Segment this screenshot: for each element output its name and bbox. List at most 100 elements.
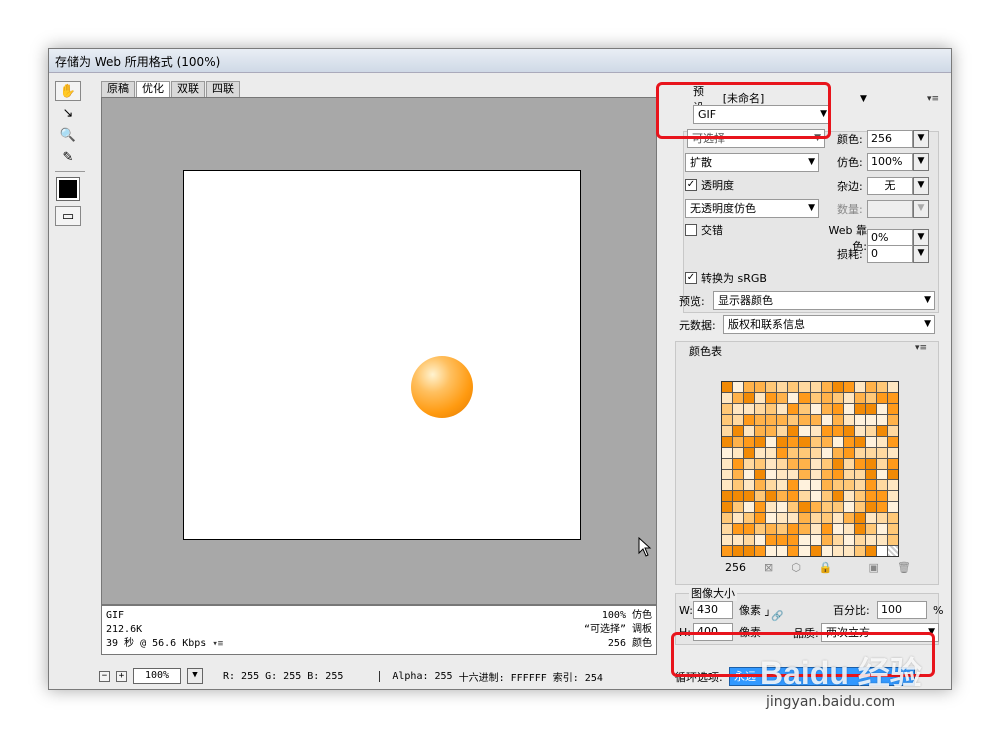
color-swatch[interactable] bbox=[810, 524, 821, 535]
color-swatch[interactable] bbox=[854, 392, 865, 403]
color-swatch[interactable] bbox=[766, 436, 777, 447]
color-swatch[interactable] bbox=[788, 425, 799, 436]
width-field[interactable]: 430 bbox=[693, 601, 733, 619]
color-swatch[interactable] bbox=[788, 458, 799, 469]
color-swatch[interactable] bbox=[799, 524, 810, 535]
color-swatch[interactable] bbox=[744, 447, 755, 458]
preview-canvas[interactable] bbox=[101, 97, 657, 605]
tab-original[interactable]: 原稿 bbox=[101, 81, 135, 97]
color-swatch[interactable] bbox=[832, 458, 843, 469]
color-swatch[interactable] bbox=[810, 382, 821, 392]
color-swatch[interactable] bbox=[876, 414, 887, 425]
color-swatch[interactable] bbox=[821, 513, 832, 524]
color-swatch[interactable] bbox=[810, 502, 821, 513]
color-swatch[interactable] bbox=[810, 436, 821, 447]
lossy-field[interactable]: 0 bbox=[867, 245, 913, 263]
color-swatch[interactable] bbox=[832, 403, 843, 414]
color-swatch[interactable] bbox=[832, 524, 843, 535]
color-swatch[interactable] bbox=[733, 392, 744, 403]
color-swatch[interactable] bbox=[854, 414, 865, 425]
color-swatch[interactable] bbox=[777, 524, 788, 535]
color-swatch[interactable] bbox=[832, 535, 843, 546]
color-swatch[interactable] bbox=[865, 414, 876, 425]
color-swatch[interactable] bbox=[854, 524, 865, 535]
eyedropper-color-swatch[interactable] bbox=[56, 177, 80, 201]
color-swatch[interactable] bbox=[832, 469, 843, 480]
color-swatch[interactable] bbox=[810, 535, 821, 546]
zoom-level-field[interactable]: 100% bbox=[133, 668, 181, 684]
color-swatch[interactable] bbox=[876, 535, 887, 546]
color-swatch[interactable] bbox=[876, 469, 887, 480]
colors-field[interactable]: 256 bbox=[867, 130, 913, 148]
color-swatch[interactable] bbox=[777, 458, 788, 469]
color-swatch[interactable] bbox=[744, 469, 755, 480]
color-swatch[interactable] bbox=[843, 414, 854, 425]
color-swatch[interactable] bbox=[744, 502, 755, 513]
color-swatch[interactable] bbox=[777, 513, 788, 524]
color-swatch[interactable] bbox=[865, 502, 876, 513]
color-swatch[interactable] bbox=[755, 436, 766, 447]
color-swatch[interactable] bbox=[854, 535, 865, 546]
color-swatch[interactable] bbox=[766, 382, 777, 392]
color-swatch[interactable] bbox=[788, 382, 799, 392]
color-swatch[interactable] bbox=[755, 513, 766, 524]
colors-dropdown-icon[interactable]: ▼ bbox=[913, 130, 929, 148]
color-swatch[interactable] bbox=[843, 546, 854, 556]
color-swatch[interactable] bbox=[744, 513, 755, 524]
color-swatch[interactable] bbox=[821, 414, 832, 425]
color-swatch[interactable] bbox=[766, 458, 777, 469]
color-table-grid[interactable] bbox=[721, 381, 899, 557]
zoom-out-button[interactable]: − bbox=[99, 670, 110, 682]
color-swatch[interactable] bbox=[876, 491, 887, 502]
color-swatch[interactable] bbox=[810, 469, 821, 480]
color-swatch[interactable] bbox=[744, 436, 755, 447]
color-swatch[interactable] bbox=[854, 513, 865, 524]
color-swatch[interactable] bbox=[733, 414, 744, 425]
color-swatch[interactable] bbox=[722, 392, 733, 403]
color-swatch[interactable] bbox=[854, 502, 865, 513]
color-swatch[interactable] bbox=[722, 403, 733, 414]
color-swatch[interactable] bbox=[799, 469, 810, 480]
color-swatch[interactable] bbox=[766, 447, 777, 458]
color-swatch[interactable] bbox=[832, 425, 843, 436]
color-swatch[interactable] bbox=[876, 392, 887, 403]
dither-field[interactable]: 100% bbox=[867, 153, 913, 171]
color-swatch[interactable] bbox=[799, 535, 810, 546]
color-swatch[interactable] bbox=[821, 524, 832, 535]
color-swatch[interactable] bbox=[887, 447, 898, 458]
color-swatch[interactable] bbox=[788, 436, 799, 447]
color-swatch[interactable] bbox=[777, 392, 788, 403]
color-swatch[interactable] bbox=[865, 469, 876, 480]
color-swatch[interactable] bbox=[788, 535, 799, 546]
percent-field[interactable]: 100 bbox=[877, 601, 927, 619]
color-swatch[interactable] bbox=[854, 480, 865, 491]
color-swatch[interactable] bbox=[865, 425, 876, 436]
color-swatch[interactable] bbox=[766, 425, 777, 436]
color-swatch[interactable] bbox=[766, 502, 777, 513]
color-swatch[interactable] bbox=[755, 535, 766, 546]
color-swatch[interactable] bbox=[865, 524, 876, 535]
color-swatch[interactable] bbox=[887, 436, 898, 447]
color-swatch[interactable] bbox=[887, 524, 898, 535]
color-swatch[interactable] bbox=[887, 546, 898, 556]
color-swatch[interactable] bbox=[854, 382, 865, 392]
color-swatch[interactable] bbox=[810, 546, 821, 556]
color-swatch[interactable] bbox=[722, 480, 733, 491]
color-swatch[interactable] bbox=[865, 535, 876, 546]
color-swatch[interactable] bbox=[799, 414, 810, 425]
color-swatch[interactable] bbox=[854, 458, 865, 469]
color-swatch[interactable] bbox=[887, 425, 898, 436]
color-swatch[interactable] bbox=[865, 458, 876, 469]
preview-select[interactable]: 显示器颜色 ▼ bbox=[713, 291, 935, 310]
color-swatch[interactable] bbox=[722, 502, 733, 513]
color-swatch[interactable] bbox=[744, 491, 755, 502]
zoom-in-button[interactable]: + bbox=[116, 670, 127, 682]
color-swatch[interactable] bbox=[755, 546, 766, 556]
color-swatch[interactable] bbox=[821, 480, 832, 491]
color-swatch[interactable] bbox=[755, 469, 766, 480]
color-swatch[interactable] bbox=[733, 458, 744, 469]
color-swatch[interactable] bbox=[843, 425, 854, 436]
color-swatch[interactable] bbox=[843, 535, 854, 546]
color-swatch[interactable] bbox=[744, 425, 755, 436]
color-swatch[interactable] bbox=[832, 480, 843, 491]
